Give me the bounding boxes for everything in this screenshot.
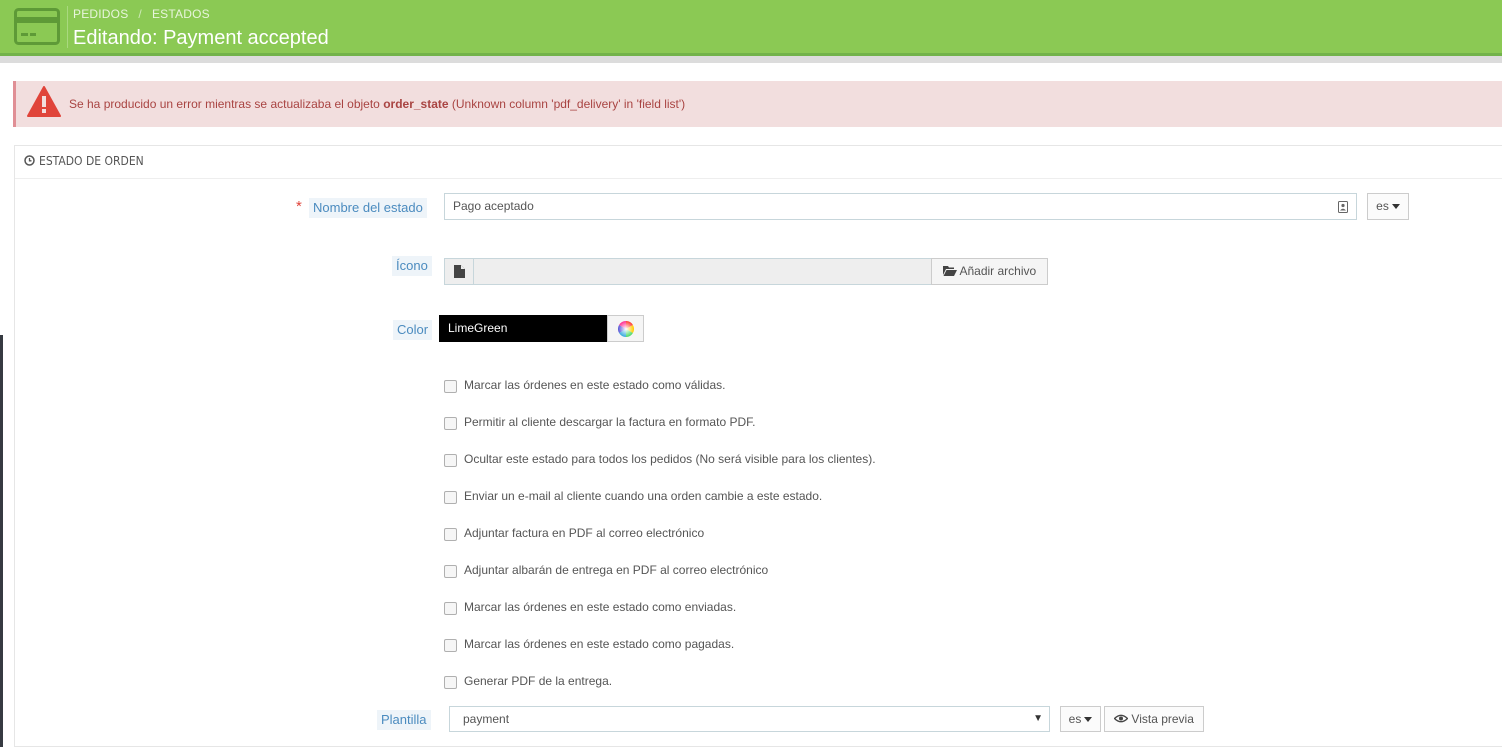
checkbox-send-email[interactable] [444,491,457,504]
color-picker-button[interactable] [607,315,644,342]
checkbox-delivery-pdf[interactable] [444,676,457,689]
checkbox-invoice[interactable] [444,417,457,430]
add-file-label: Añadir archivo [959,264,1037,278]
breadcrumb-separator: / [138,7,142,21]
required-asterisk: * [296,198,302,215]
file-icon-addon [444,258,474,285]
credit-card-icon [14,8,60,45]
alert-message: Se ha producido un error mientras se act… [69,97,685,111]
add-file-button[interactable]: Añadir archivo [931,258,1048,285]
order-state-panel: ESTADO DE ORDEN [14,145,1502,747]
color-input[interactable]: LimeGreen [439,315,608,342]
chevron-down-icon [1391,204,1400,210]
file-name-input[interactable] [474,258,932,285]
color-wheel-icon [618,321,634,337]
clock-icon [24,155,35,166]
alert-object-name: order_state [383,97,449,111]
color-value: LimeGreen [448,321,508,335]
panel-title: ESTADO DE ORDEN [39,154,144,168]
page-title: Editando: Payment accepted [73,27,329,49]
header-divider [67,6,68,48]
eye-icon [1113,714,1129,723]
checkbox-label: Ocultar este estado para todos los pedid… [464,452,876,466]
template-language-label: es [1068,712,1082,726]
alert-text-after: (Unknown column 'pdf_delivery' in 'field… [448,97,686,111]
template-select-value: payment [463,712,510,726]
checkbox-label: Adjuntar factura en PDF al correo electr… [464,526,705,540]
checkbox-valid[interactable] [444,380,457,393]
header-shadow [0,56,1502,63]
checkbox-label: Marcar las órdenes en este estado como v… [464,378,726,392]
error-alert: Se ha producido un error mientras se act… [13,81,1502,127]
checkbox-label: Marcar las órdenes en este estado como p… [464,637,735,651]
name-label: Nombre del estado [309,198,427,218]
page-header: PEDIDOS / ESTADOS Editando: Payment accept… [0,0,1502,53]
checkbox-label: Generar PDF de la entrega. [464,674,613,688]
preview-button[interactable]: Vista previa [1104,706,1204,732]
checkbox-label: Adjuntar albarán de entrega en PDF al co… [464,563,769,577]
sidebar-edge [0,335,3,747]
contact-card-icon [1338,201,1348,213]
breadcrumb-item-estados[interactable]: ESTADOS [152,7,210,21]
select-arrow-icon: ▼ [1033,713,1043,724]
file-icon [454,265,465,278]
checkbox-label: Marcar las órdenes en este estado como e… [464,600,737,614]
name-language-label: es [1376,199,1389,213]
template-language-dropdown[interactable]: es [1060,706,1101,732]
template-select[interactable]: payment ▼ [449,706,1050,732]
preview-label: Vista previa [1131,712,1194,726]
breadcrumb: PEDIDOS / ESTADOS [73,7,210,21]
color-label: Color [393,320,433,340]
name-language-dropdown[interactable]: es [1367,193,1409,220]
folder-open-icon [942,266,957,276]
checkbox-shipped[interactable] [444,602,457,615]
warning-triangle-icon [27,86,61,117]
checkbox-paid[interactable] [444,639,457,652]
template-label: Plantilla [377,710,431,730]
breadcrumb-item-pedidos[interactable]: PEDIDOS [73,7,128,21]
icon-label: Ícono [392,256,432,276]
checkbox-pdf-invoice[interactable] [444,528,457,541]
checkbox-label: Enviar un e-mail al cliente cuando una o… [464,489,823,503]
chevron-down-icon [1084,717,1093,723]
checkbox-hidden[interactable] [444,454,457,467]
checkbox-label: Permitir al cliente descargar la factura… [464,415,756,429]
panel-heading: ESTADO DE ORDEN [15,146,1502,179]
checkbox-pdf-delivery[interactable] [444,565,457,578]
name-input-value: Pago aceptado [453,199,534,213]
name-input[interactable]: Pago aceptado [444,193,1357,220]
alert-text-before: Se ha producido un error mientras se act… [69,97,384,111]
